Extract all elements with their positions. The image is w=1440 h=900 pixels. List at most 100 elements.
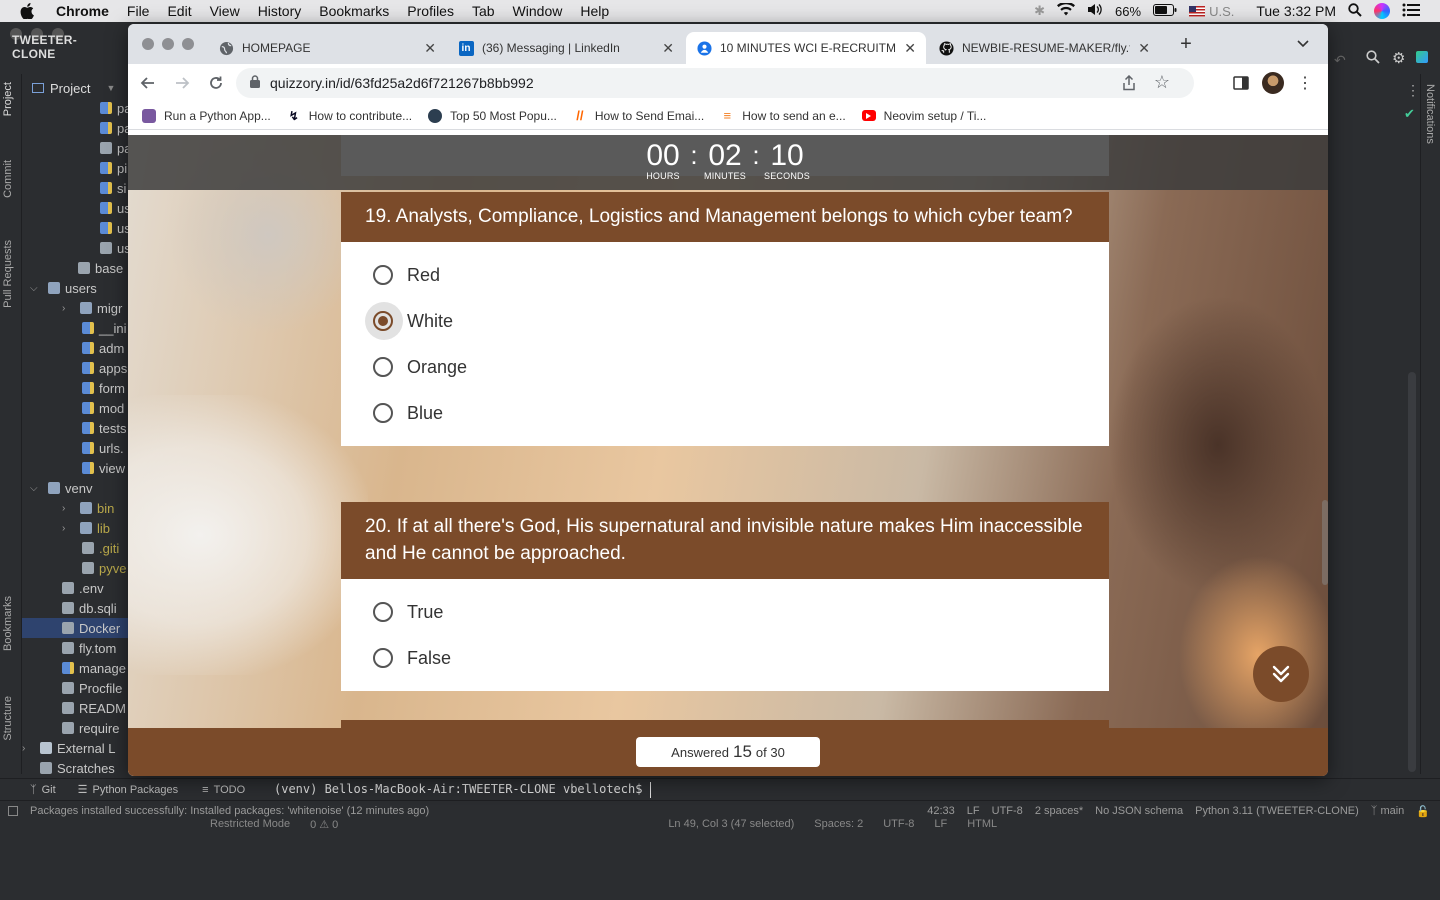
status-position[interactable]: 42:33 — [927, 805, 955, 817]
plugin-icon[interactable] — [1416, 51, 1428, 63]
tool-tab-notifications[interactable]: Notifications — [1424, 84, 1436, 144]
tool-tab-structure[interactable]: Structure — [2, 696, 14, 741]
share-icon[interactable] — [1122, 74, 1136, 94]
tree-item[interactable]: Procfile — [22, 678, 128, 698]
tree-item[interactable]: urls. — [22, 438, 128, 458]
chevron-down-icon[interactable]: ⌵ — [30, 483, 38, 494]
menu-bookmarks[interactable]: Bookmarks — [319, 3, 389, 19]
answer-option[interactable]: True — [365, 589, 1085, 635]
bookmark-item[interactable]: // How to Send Emai... — [573, 108, 704, 123]
answer-option[interactable]: Blue — [365, 390, 1085, 436]
menu-window[interactable]: Window — [513, 3, 563, 19]
option-label[interactable]: Blue — [407, 403, 443, 424]
tree-item[interactable]: .giti — [22, 538, 128, 558]
chevron-right-icon[interactable]: › — [22, 743, 25, 754]
bookmark-item[interactable]: ↯ How to contribute... — [287, 109, 412, 123]
chevron-down-icon[interactable]: ▼ — [106, 83, 115, 93]
menu-history[interactable]: History — [258, 3, 302, 19]
menu-tab[interactable]: Tab — [472, 3, 495, 19]
status-interpreter[interactable]: Python 3.11 (TWEETER-CLONE) — [1195, 805, 1359, 817]
tab-search-chevron-icon[interactable] — [1296, 36, 1312, 52]
page-scrollbar[interactable] — [1322, 135, 1328, 728]
radio-button[interactable] — [373, 403, 393, 423]
tree-item[interactable]: us — [22, 198, 128, 218]
lock-icon[interactable] — [250, 75, 260, 91]
status-branch[interactable]: ᛉ main — [1371, 805, 1405, 817]
status-schema[interactable]: No JSON schema — [1095, 805, 1183, 817]
avatar[interactable] — [1260, 70, 1286, 96]
tree-item[interactable]: adm — [22, 338, 128, 358]
radio-button[interactable] — [373, 357, 393, 377]
tree-item[interactable]: READM — [22, 698, 128, 718]
undo-icon[interactable]: ↶ — [1334, 52, 1346, 69]
tree-item[interactable]: pa — [22, 118, 128, 138]
tool-tab-project[interactable]: Project — [2, 82, 14, 116]
tree-item[interactable]: › bin — [22, 498, 128, 518]
chrome-menu-icon[interactable]: ⋮ — [1292, 70, 1318, 96]
input-source[interactable]: U.S. — [1209, 4, 1234, 19]
option-label[interactable]: False — [407, 648, 451, 669]
reload-button[interactable] — [202, 69, 230, 97]
tree-item[interactable]: fly.tom — [22, 638, 128, 658]
close-tab-icon[interactable]: ✕ — [424, 40, 436, 57]
back-button[interactable] — [134, 69, 162, 97]
chevron-down-icon[interactable]: ⌵ — [30, 283, 38, 294]
tree-item[interactable]: apps — [22, 358, 128, 378]
status-line-ending[interactable]: LF — [967, 805, 980, 817]
more-icon[interactable]: ⋮ — [1406, 82, 1420, 99]
tree-item[interactable]: .env — [22, 578, 128, 598]
tree-item[interactable]: si — [22, 178, 128, 198]
menu-app-name[interactable]: Chrome — [56, 3, 109, 19]
gear-icon[interactable]: ⚙ — [1392, 49, 1405, 67]
tree-item[interactable]: ⌵ users — [22, 278, 128, 298]
tool-tab-git[interactable]: ᛉ Git — [30, 784, 56, 796]
close-tab-icon[interactable]: ✕ — [1138, 40, 1150, 57]
chevron-right-icon[interactable]: › — [62, 503, 65, 514]
bookmark-item[interactable]: Run a Python App... — [142, 108, 271, 123]
menu-view[interactable]: View — [210, 3, 240, 19]
siri-icon[interactable] — [1374, 3, 1390, 19]
answer-option[interactable]: Orange — [365, 344, 1085, 390]
control-center-icon[interactable] — [1402, 3, 1420, 20]
chevron-right-icon[interactable]: › — [62, 303, 65, 314]
answer-option-selected[interactable]: White — [365, 298, 1085, 344]
option-label[interactable]: Red — [407, 265, 440, 286]
option-label[interactable]: Orange — [407, 357, 467, 378]
tree-item[interactable]: require — [22, 718, 128, 738]
editor-scrollbar[interactable] — [1408, 372, 1416, 772]
status-encoding[interactable]: UTF-8 — [992, 805, 1023, 817]
chevron-right-icon[interactable]: › — [62, 523, 65, 534]
tree-item[interactable]: pi — [22, 158, 128, 178]
tree-item[interactable]: db.sqli — [22, 598, 128, 618]
menu-help[interactable]: Help — [580, 3, 609, 19]
spotlight-icon[interactable] — [1348, 2, 1362, 20]
search-icon[interactable] — [1366, 50, 1380, 69]
ide-project-title[interactable]: TWEETER-CLONE — [0, 22, 128, 61]
zoom-window-button[interactable] — [182, 38, 194, 50]
close-window-button[interactable] — [142, 38, 154, 50]
side-panel-icon[interactable] — [1228, 70, 1254, 96]
bookmark-item[interactable]: ≡ How to send an e... — [720, 108, 845, 123]
close-tab-icon[interactable]: ✕ — [662, 40, 674, 57]
tree-item[interactable]: ⌵ venv — [22, 478, 128, 498]
tree-item[interactable]: mod — [22, 398, 128, 418]
tree-item[interactable]: pa — [22, 98, 128, 118]
radio-button[interactable] — [373, 602, 393, 622]
forward-button[interactable] — [168, 69, 196, 97]
option-label[interactable]: True — [407, 602, 443, 623]
tool-tab-todo[interactable]: ≡ TODO — [202, 784, 245, 796]
tree-item[interactable]: manage — [22, 658, 128, 678]
browser-tab-linkedin[interactable]: in (36) Messaging | LinkedIn ✕ — [448, 32, 684, 64]
scroll-down-button[interactable] — [1253, 646, 1309, 702]
tree-item[interactable]: › lib — [22, 518, 128, 538]
tool-tab-bookmarks[interactable]: Bookmarks — [2, 596, 14, 651]
tree-item[interactable]: us — [22, 218, 128, 238]
close-tab-icon[interactable]: ✕ — [904, 40, 916, 57]
answer-option[interactable]: Red — [365, 252, 1085, 298]
minimize-window-button[interactable] — [162, 38, 174, 50]
bluetooth-icon[interactable]: ✱ — [1034, 3, 1045, 19]
terminal-prompt[interactable]: (venv) Bellos-MacBook-Air:TWEETER-CLONE … — [270, 778, 652, 800]
tree-item[interactable]: form — [22, 378, 128, 398]
volume-icon[interactable] — [1087, 3, 1103, 19]
radio-button[interactable] — [373, 648, 393, 668]
